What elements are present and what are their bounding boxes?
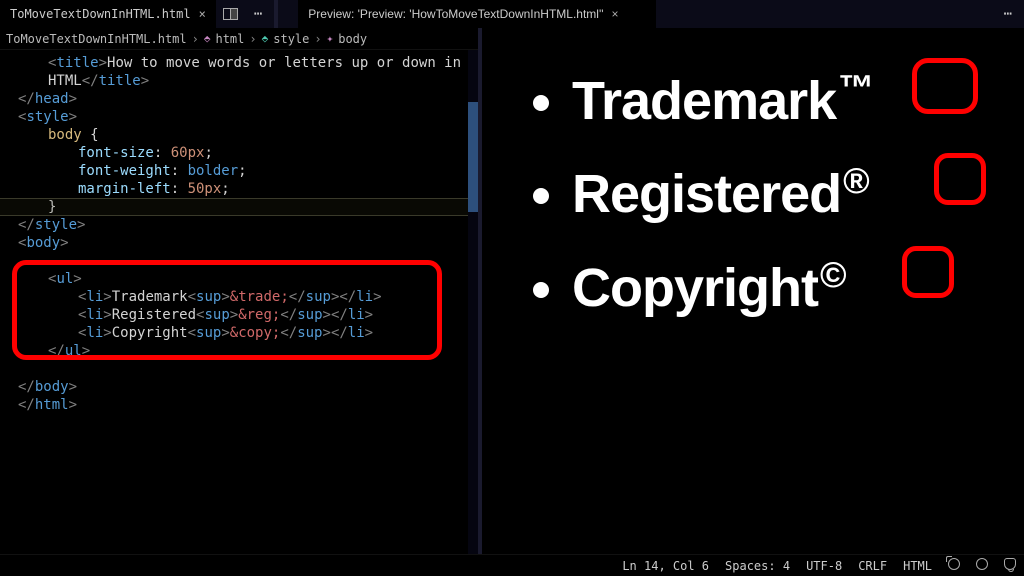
breadcrumb-seg: html	[215, 32, 244, 46]
symbol-icon: ✦	[327, 32, 334, 45]
code-editor[interactable]: <title>How to move words or letters up o…	[0, 50, 478, 554]
status-eol[interactable]: CRLF	[850, 559, 895, 573]
close-icon[interactable]: ×	[612, 7, 619, 21]
tab-preview-label: Preview: 'Preview: 'HowToMoveTextDownInH…	[308, 7, 603, 21]
more-icon[interactable]: ⋯	[994, 6, 1024, 22]
preview-list: Trademark™ Registered® Copyright©	[522, 68, 1024, 318]
status-encoding[interactable]: UTF-8	[798, 559, 850, 573]
list-item: Trademark™	[572, 68, 1024, 131]
selector: body	[48, 127, 82, 143]
status-language[interactable]: HTML	[895, 559, 940, 573]
symbol-icon: ⬘	[204, 32, 211, 45]
title-text: How to move words or letters up or down …	[107, 55, 461, 71]
feedback-icon[interactable]	[968, 558, 996, 573]
list-item: Copyright©	[572, 255, 1024, 318]
breadcrumb-file: ToMoveTextDownInHTML.html	[6, 32, 187, 46]
tab-preview[interactable]: Preview: 'Preview: 'HowToMoveTextDownInH…	[298, 0, 656, 28]
status-ln-col[interactable]: Ln 14, Col 6	[614, 559, 717, 573]
more-icon[interactable]: ⋯	[244, 6, 274, 22]
list-item: Registered®	[572, 161, 1024, 224]
minimap-thumb[interactable]	[468, 102, 478, 212]
chevron-right-icon: ›	[192, 32, 199, 46]
status-spaces[interactable]: Spaces: 4	[717, 559, 798, 573]
cursor-line-highlight	[0, 198, 478, 216]
bell-icon[interactable]	[996, 558, 1024, 573]
tab-editor-label: ToMoveTextDownInHTML.html	[10, 7, 191, 21]
status-bar: Ln 14, Col 6 Spaces: 4 UTF-8 CRLF HTML	[0, 554, 1024, 576]
chevron-right-icon: ›	[314, 32, 321, 46]
split-editor-icon[interactable]	[222, 6, 238, 22]
go-live-icon[interactable]	[940, 558, 968, 573]
symbol-icon: ⬘	[262, 32, 269, 45]
main-area: ToMoveTextDownInHTML.html › ⬘ html › ⬘ s…	[0, 28, 1024, 554]
tab-editor[interactable]: ToMoveTextDownInHTML.html ×	[0, 0, 216, 28]
breadcrumb-seg: style	[273, 32, 309, 46]
app-window: ToMoveTextDownInHTML.html × ⋯ Preview: '…	[0, 0, 1024, 576]
breadcrumb-seg: body	[338, 32, 367, 46]
code-editor-pane: ToMoveTextDownInHTML.html › ⬘ html › ⬘ s…	[0, 28, 478, 554]
chevron-right-icon: ›	[249, 32, 256, 46]
close-icon[interactable]: ×	[199, 7, 206, 21]
preview-pane: Trademark™ Registered® Copyright©	[482, 28, 1024, 554]
sup-mark: ™	[838, 67, 873, 108]
tab-bar: ToMoveTextDownInHTML.html × ⋯ Preview: '…	[0, 0, 1024, 28]
minimap[interactable]	[468, 50, 478, 554]
breadcrumb[interactable]: ToMoveTextDownInHTML.html › ⬘ html › ⬘ s…	[0, 28, 478, 50]
sup-mark: ©	[820, 254, 846, 295]
sup-mark: ®	[843, 160, 869, 201]
